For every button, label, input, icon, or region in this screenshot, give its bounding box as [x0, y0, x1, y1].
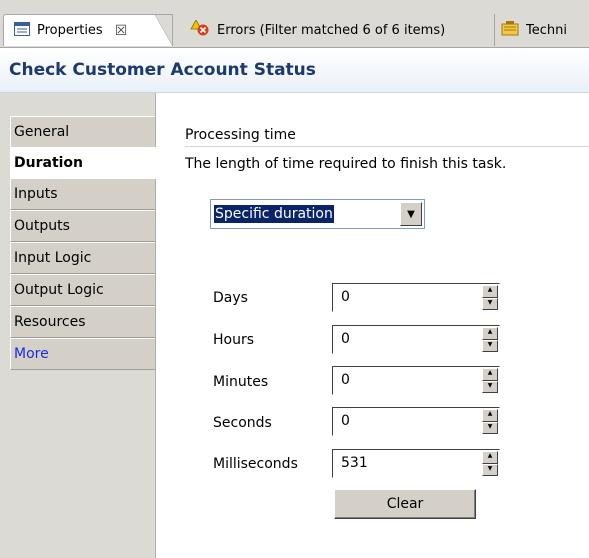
milliseconds-spin-buttons: ▲ ▼ [482, 451, 498, 476]
tab-properties[interactable]: Properties ☒ [3, 14, 173, 46]
days-spinner[interactable]: 0 ▲ ▼ [332, 283, 500, 312]
spin-up-icon[interactable]: ▲ [482, 368, 498, 381]
chevron-down-icon[interactable]: ▼ [400, 202, 422, 226]
days-label: Days [213, 290, 248, 306]
spin-down-icon[interactable]: ▼ [482, 339, 498, 352]
close-icon[interactable]: ☒ [115, 23, 128, 39]
milliseconds-spinner[interactable]: 531 ▲ ▼ [332, 449, 500, 478]
section-description: The length of time required to finish th… [185, 156, 507, 172]
hours-value[interactable]: 0 [341, 331, 350, 347]
view-tab-strip: Properties ☒ Errors (Filter matched 6 of… [0, 0, 589, 48]
tab-label: Properties [37, 23, 103, 38]
seconds-label: Seconds [213, 415, 272, 431]
duration-type-value: Specific duration [214, 205, 334, 223]
seconds-spin-buttons: ▲ ▼ [482, 409, 498, 434]
sidebar-item-inputs[interactable]: Inputs [10, 178, 155, 210]
spin-down-icon[interactable]: ▼ [482, 297, 498, 310]
spin-down-icon[interactable]: ▼ [482, 463, 498, 476]
section-title: Processing time [185, 127, 296, 143]
tab-label: Techni [526, 22, 567, 38]
duration-type-select[interactable]: Specific duration ▼ [210, 199, 425, 229]
hours-spin-buttons: ▲ ▼ [482, 327, 498, 352]
minutes-spin-buttons: ▲ ▼ [482, 368, 498, 393]
sidebar: General Duration Inputs Outputs Input Lo… [0, 93, 156, 558]
properties-icon [14, 21, 30, 40]
minutes-label: Minutes [213, 374, 269, 390]
spin-up-icon[interactable]: ▲ [482, 409, 498, 422]
spin-up-icon[interactable]: ▲ [482, 451, 498, 464]
spin-down-icon[interactable]: ▼ [482, 380, 498, 393]
spin-up-icon[interactable]: ▲ [482, 285, 498, 298]
seconds-spinner[interactable]: 0 ▲ ▼ [332, 407, 500, 436]
spin-down-icon[interactable]: ▼ [482, 421, 498, 434]
tab-errors[interactable]: Errors (Filter matched 6 of 6 items) [178, 14, 494, 46]
technical-icon [501, 20, 519, 40]
minutes-spinner[interactable]: 0 ▲ ▼ [332, 366, 500, 395]
milliseconds-label: Milliseconds [213, 456, 298, 472]
minutes-value[interactable]: 0 [341, 372, 350, 388]
errors-icon [190, 19, 210, 40]
spin-up-icon[interactable]: ▲ [482, 327, 498, 340]
sidebar-item-duration[interactable]: Duration [10, 147, 156, 179]
page-title: Check Customer Account Status [9, 60, 316, 80]
sidebar-item-more[interactable]: More [10, 338, 155, 370]
sidebar-item-outputs[interactable]: Outputs [10, 210, 155, 242]
tab-technical[interactable]: Techni [494, 14, 589, 46]
hours-label: Hours [213, 332, 255, 348]
days-value[interactable]: 0 [341, 289, 350, 305]
tab-label: Errors (Filter matched 6 of 6 items) [217, 22, 446, 38]
title-bar: Check Customer Account Status [0, 48, 589, 93]
section-divider [185, 146, 589, 147]
hours-spinner[interactable]: 0 ▲ ▼ [332, 325, 500, 354]
seconds-value[interactable]: 0 [341, 413, 350, 429]
clear-button[interactable]: Clear [334, 489, 476, 519]
milliseconds-value[interactable]: 531 [341, 455, 368, 471]
sidebar-item-input-logic[interactable]: Input Logic [10, 242, 155, 274]
sidebar-item-resources[interactable]: Resources [10, 306, 155, 338]
sidebar-item-output-logic[interactable]: Output Logic [10, 274, 155, 306]
sidebar-item-general[interactable]: General [10, 116, 155, 148]
days-spin-buttons: ▲ ▼ [482, 285, 498, 310]
